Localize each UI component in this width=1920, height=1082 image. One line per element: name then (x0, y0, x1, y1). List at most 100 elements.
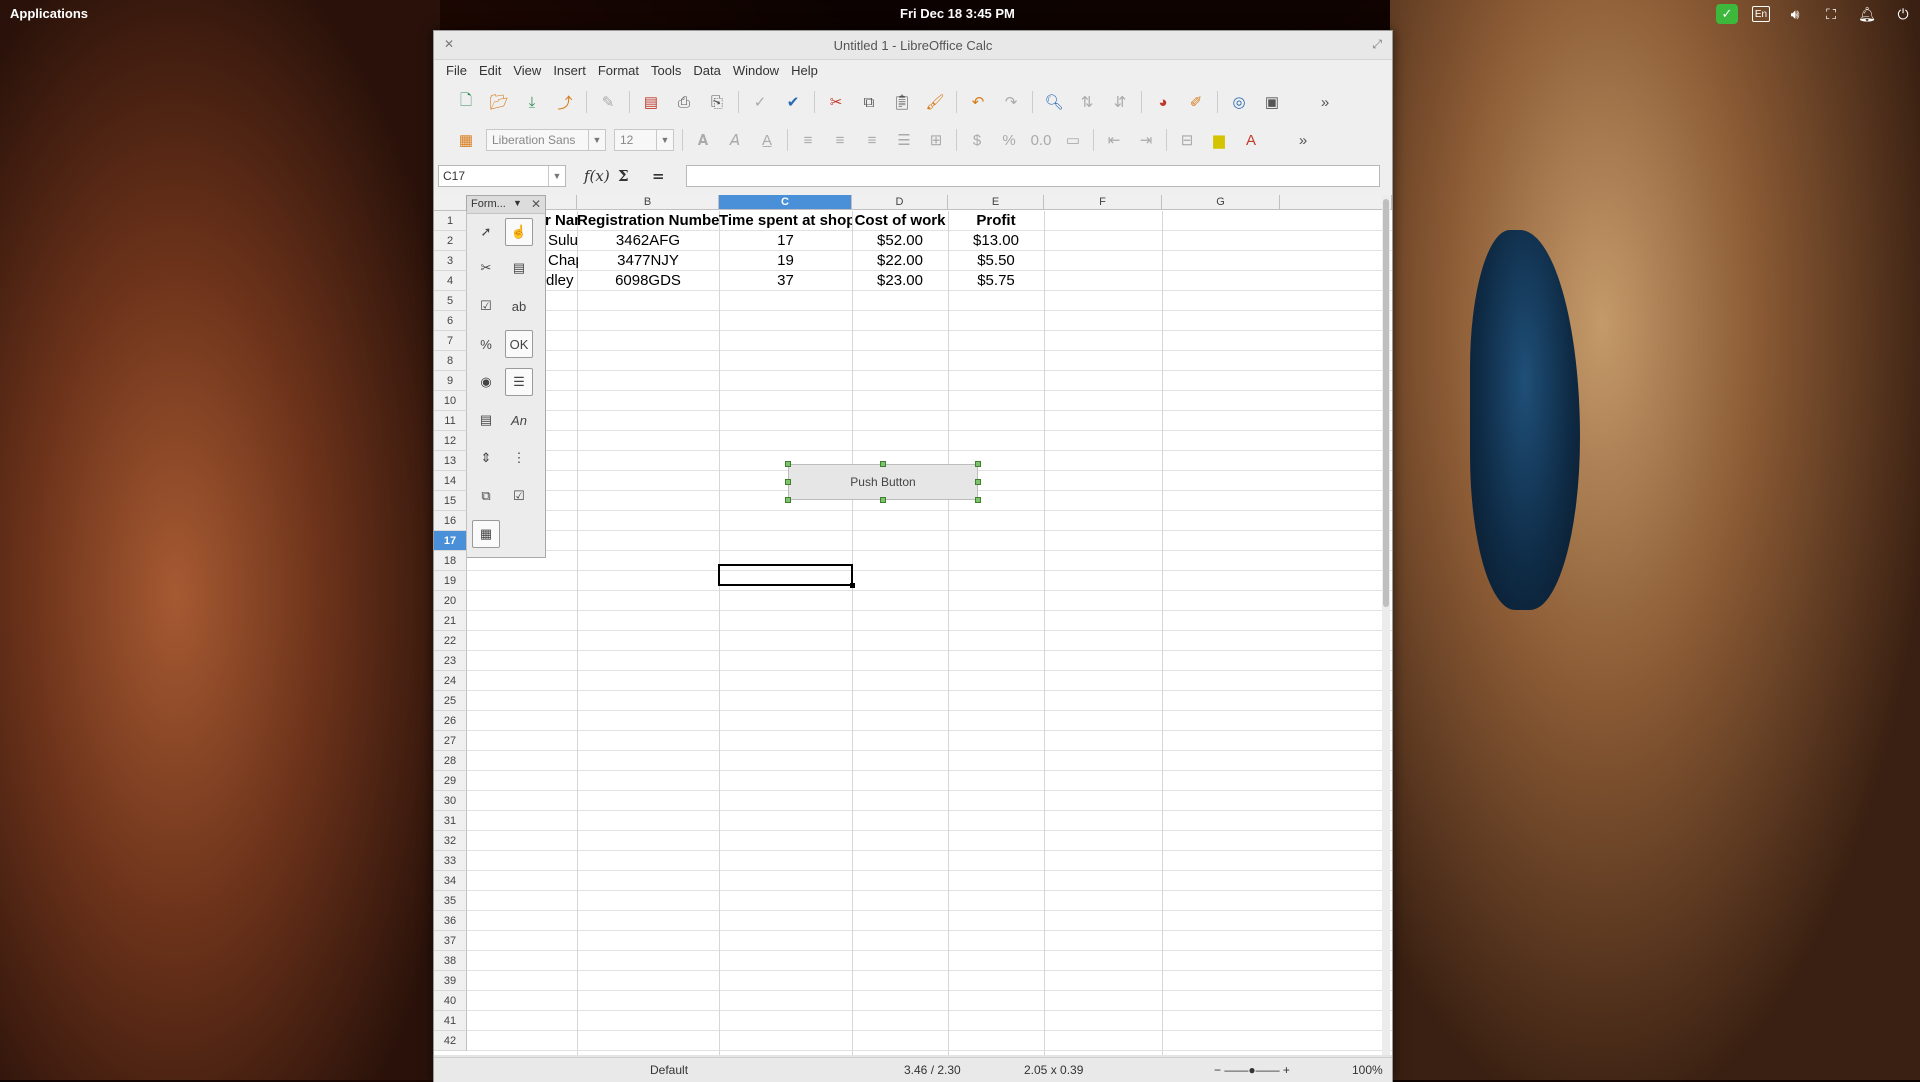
align-left-icon[interactable]: ≡ (796, 128, 820, 152)
justify-icon[interactable]: ☰ (892, 128, 916, 152)
power-icon[interactable]: ⏻ (1892, 4, 1914, 24)
cell-d4[interactable]: $23.00 (852, 271, 948, 291)
volume-icon[interactable]: 🔊︎ (1784, 4, 1806, 24)
row-header[interactable]: 12 (434, 431, 467, 451)
cell-b4[interactable]: 6098GDS (577, 271, 719, 291)
row-header[interactable]: 13 (434, 451, 467, 471)
cell-b2[interactable]: 3462AFG (577, 231, 719, 251)
decrease-indent-icon[interactable]: ⇤ (1102, 128, 1126, 152)
formatted-field-icon[interactable]: % (472, 330, 500, 358)
undo-icon[interactable]: ↶ (966, 90, 990, 114)
cell-b1[interactable]: Registration Number (577, 211, 719, 231)
scrollbar-icon[interactable]: ⋮ (505, 444, 533, 472)
spreadsheet-grid[interactable]: B C D E F G r Name Registration Number T… (434, 195, 1392, 1055)
align-center-icon[interactable]: ≡ (828, 128, 852, 152)
row-header[interactable]: 11 (434, 411, 467, 431)
resize-handle[interactable] (880, 497, 886, 503)
row-header[interactable]: 25 (434, 691, 467, 711)
row-header[interactable]: 39 (434, 971, 467, 991)
label-field-icon[interactable]: An (505, 406, 533, 434)
row-header[interactable]: 2 (434, 231, 467, 251)
name-box[interactable]: C17 ▼ (438, 165, 566, 187)
cell-e2[interactable]: $13.00 (948, 231, 1044, 251)
paste-icon[interactable]: 📋︎ (890, 90, 914, 114)
percent-format-icon[interactable]: % (997, 128, 1021, 152)
menu-insert[interactable]: Insert (547, 59, 592, 83)
menu-help[interactable]: Help (785, 59, 824, 83)
row-header[interactable]: 31 (434, 811, 467, 831)
column-header-b[interactable]: B (577, 195, 719, 210)
print-icon[interactable]: ⎙ (672, 90, 696, 114)
save-icon[interactable]: ⤓ (520, 90, 544, 114)
row-header[interactable]: 18 (434, 551, 467, 571)
control-properties-icon[interactable]: ✂ (472, 254, 500, 282)
resize-handle[interactable] (975, 479, 981, 485)
toolbar-overflow-icon[interactable]: » (1313, 90, 1337, 114)
function-wizard-icon[interactable]: f(x) (584, 167, 610, 185)
row-header[interactable]: 28 (434, 751, 467, 771)
form-properties-icon[interactable]: ▤ (505, 254, 533, 282)
date-format-icon[interactable]: ▭ (1061, 128, 1085, 152)
column-header-c[interactable]: C (719, 195, 852, 210)
cell-a1[interactable]: r Name (545, 211, 579, 231)
maximize-window-icon[interactable]: ⤢ (1372, 37, 1382, 52)
cell-a3[interactable]: Chapel (548, 251, 578, 271)
redo-icon[interactable]: ↷ (999, 90, 1023, 114)
number-format-icon[interactable]: 0.0 (1029, 128, 1053, 152)
select-all-corner[interactable] (434, 195, 468, 211)
row-header[interactable]: 38 (434, 951, 467, 971)
row-header[interactable]: 6 (434, 311, 467, 331)
underline-icon[interactable]: A̲ (755, 128, 779, 152)
row-header[interactable]: 17 (434, 531, 467, 551)
open-folder-icon[interactable]: 📂︎ (487, 90, 511, 114)
row-header[interactable]: 1 (434, 211, 467, 231)
resize-handle[interactable] (975, 461, 981, 467)
row-header[interactable]: 9 (434, 371, 467, 391)
new-document-icon[interactable]: 🗋 (454, 90, 478, 114)
combo-box-icon[interactable]: ▤ (472, 406, 500, 434)
checkbox-icon[interactable]: ☑ (472, 292, 500, 320)
cut-icon[interactable]: ✂ (824, 90, 848, 114)
keyboard-layout-indicator[interactable]: En (1752, 6, 1770, 22)
zoom-slider[interactable]: − ——●—— + (1214, 1063, 1290, 1077)
clock[interactable]: Fri Dec 18 3:45 PM (900, 6, 1015, 21)
formula-icon[interactable]: = (652, 167, 665, 185)
row-header[interactable]: 15 (434, 491, 467, 511)
clone-formatting-icon[interactable]: 🖌︎ (923, 90, 947, 114)
chevron-down-icon[interactable]: ▼ (656, 130, 673, 150)
menu-view[interactable]: View (507, 59, 547, 83)
sum-icon[interactable]: Σ (618, 167, 629, 185)
list-box-icon[interactable]: ☰ (505, 368, 533, 396)
borders-icon[interactable]: ⊟ (1175, 128, 1199, 152)
row-header[interactable]: 22 (434, 631, 467, 651)
row-header[interactable]: 24 (434, 671, 467, 691)
form-controls-header[interactable]: Form... ▼ ✕ (467, 196, 545, 214)
network-icon[interactable]: ⛶ (1820, 4, 1842, 24)
cell-e3[interactable]: $5.50 (948, 251, 1044, 271)
menu-file[interactable]: File (440, 59, 473, 83)
row-header[interactable]: 16 (434, 511, 467, 531)
menu-format[interactable]: Format (592, 59, 645, 83)
bold-icon[interactable]: 𝐀 (691, 128, 715, 152)
font-name-combo[interactable]: Liberation Sans ▼ (486, 129, 606, 151)
cell-c1[interactable]: Time spent at shop (719, 211, 852, 231)
row-header[interactable]: 32 (434, 831, 467, 851)
row-header[interactable]: 34 (434, 871, 467, 891)
chevron-down-icon[interactable]: ▼ (513, 198, 522, 208)
resize-handle[interactable] (880, 461, 886, 467)
row-header[interactable]: 7 (434, 331, 467, 351)
applications-menu[interactable]: Applications (10, 6, 88, 21)
resize-handle[interactable] (785, 479, 791, 485)
resize-handle[interactable] (785, 497, 791, 503)
vertical-scrollbar[interactable] (1382, 195, 1390, 1055)
italic-icon[interactable]: 𝘈 (723, 128, 747, 152)
more-controls-icon[interactable]: ☑ (505, 482, 533, 510)
close-icon[interactable]: ✕ (531, 197, 541, 211)
row-header[interactable]: 41 (434, 1011, 467, 1031)
find-replace-icon[interactable]: 🔍︎ (1042, 90, 1066, 114)
font-size-combo[interactable]: 12 ▼ (614, 129, 674, 151)
column-header-g[interactable]: G (1162, 195, 1280, 210)
cell-d3[interactable]: $22.00 (852, 251, 948, 271)
export-icon[interactable]: ⤴ (553, 90, 577, 114)
cell-a4[interactable]: dley (546, 271, 578, 291)
